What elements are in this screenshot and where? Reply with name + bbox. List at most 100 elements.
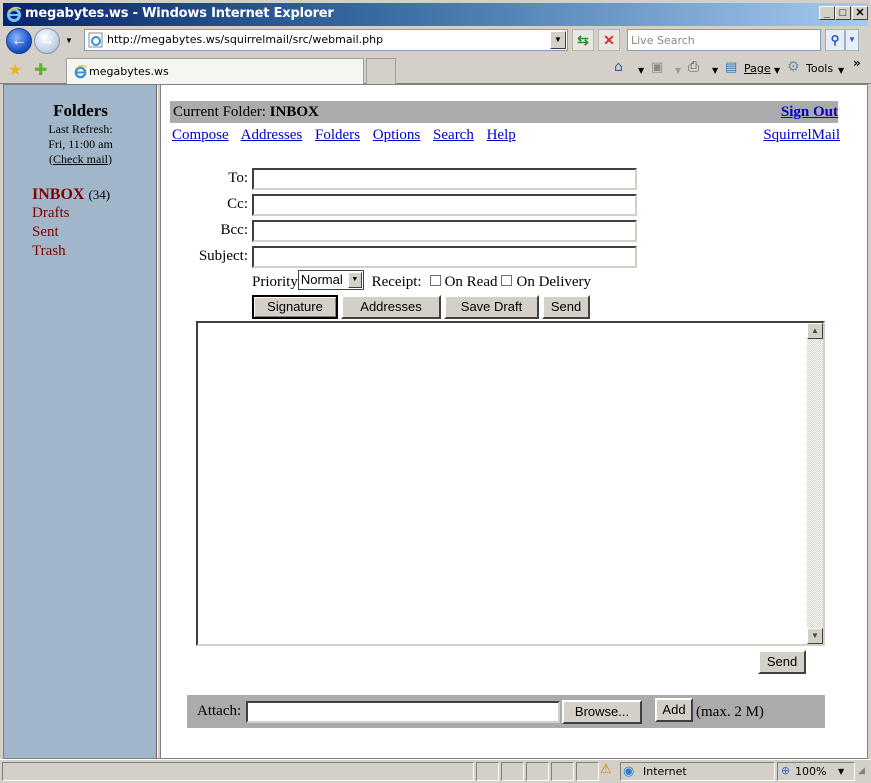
folder-inbox-label: INBOX — [32, 186, 85, 203]
address-dropdown-button[interactable]: ▼ — [550, 31, 566, 49]
page-menu-icon[interactable]: ▤ — [725, 60, 737, 75]
resize-grip-icon[interactable]: ◢ — [858, 766, 865, 776]
status-bar: ⚠ ◉ Internet ⊕ 100% ▼ ◢ — [0, 759, 871, 783]
add-attachment-button[interactable]: Add — [655, 698, 693, 722]
page-menu[interactable]: Page — [744, 62, 771, 75]
status-pane — [476, 762, 499, 781]
tools-gear-icon[interactable]: ⚙ — [787, 59, 800, 75]
message-body[interactable]: ▲ ▼ — [196, 321, 825, 646]
frame-splitter[interactable] — [157, 85, 161, 758]
zone-pane[interactable]: ◉ Internet — [620, 762, 775, 781]
browse-button[interactable]: Browse... — [562, 700, 642, 724]
main-nav: Compose Addresses Folders Options Search… — [172, 127, 525, 144]
feeds-dropdown-icon[interactable]: ▼ — [675, 66, 681, 75]
print-icon[interactable]: ⎙ — [688, 59, 699, 75]
nav-help[interactable]: Help — [487, 127, 516, 143]
status-pane — [526, 762, 549, 781]
stop-button[interactable]: ✕ — [598, 29, 620, 51]
forward-button[interactable]: → — [34, 28, 60, 54]
cc-field[interactable] — [252, 194, 637, 216]
recent-pages-dropdown-icon[interactable]: ▼ — [65, 36, 73, 45]
tools-dropdown-icon[interactable]: ▼ — [838, 66, 844, 75]
priority-dropdown-icon[interactable]: ▼ — [347, 271, 362, 288]
favorites-star-icon[interactable]: ★ — [8, 60, 22, 80]
options-row: Priority Normal ▼ Receipt: On Read On Delive… — [252, 269, 592, 291]
inbox-count: (34) — [88, 187, 111, 202]
check-mail-link[interactable]: Check mail — [53, 152, 108, 166]
cc-label: Cc: — [227, 196, 248, 212]
save-draft-button[interactable]: Save Draft — [444, 295, 539, 319]
signature-button[interactable]: Signature — [252, 295, 338, 319]
subject-field[interactable] — [252, 246, 637, 268]
nav-folders[interactable]: Folders — [315, 127, 360, 143]
security-zone: Internet — [643, 765, 687, 778]
current-folder-bar: Current Folder: INBOX Sign Out — [170, 101, 838, 123]
sign-out-link[interactable]: Sign Out — [781, 104, 838, 121]
back-button[interactable]: ← — [6, 28, 32, 54]
priority-select[interactable]: Normal ▼ — [297, 269, 364, 290]
send-button-bottom[interactable]: Send — [758, 650, 806, 674]
scroll-down-icon[interactable]: ▼ — [807, 628, 823, 644]
page-dropdown-icon[interactable]: ▼ — [774, 66, 780, 75]
last-refresh-label: Last Refresh: — [48, 122, 113, 136]
bcc-field[interactable] — [252, 220, 637, 242]
new-tab-button[interactable] — [366, 58, 396, 84]
search-input[interactable]: Live Search — [627, 29, 821, 51]
folders-title: Folders — [53, 101, 108, 120]
last-refresh-time: Fri, 11:00 am — [48, 137, 113, 151]
add-favorites-icon[interactable]: ✚ — [34, 60, 47, 80]
check-mail: (Check mail) — [4, 152, 157, 167]
on-delivery-label: On Delivery — [516, 274, 592, 290]
zoom-dropdown-icon[interactable]: ▼ — [838, 767, 844, 776]
nav-compose[interactable]: Compose — [172, 127, 229, 143]
address-url[interactable]: http://megabytes.ws/squirrelmail/src/web… — [107, 33, 383, 46]
nav-options[interactable]: Options — [373, 127, 421, 143]
minimize-button[interactable]: _ — [819, 6, 835, 20]
attach-label: Attach: — [197, 703, 242, 719]
folder-drafts[interactable]: Drafts — [32, 205, 70, 222]
browser-tab[interactable]: megabytes.ws — [66, 58, 364, 84]
nav-search[interactable]: Search — [433, 127, 474, 143]
status-pane — [501, 762, 524, 781]
current-folder-label: Current Folder: — [173, 104, 270, 120]
more-commands-chevron-icon[interactable]: » — [853, 56, 861, 70]
search-placeholder: Live Search — [631, 34, 695, 47]
page-ie-icon — [88, 32, 103, 48]
status-text-pane — [2, 762, 474, 781]
addresses-button[interactable]: Addresses — [341, 295, 441, 319]
home-dropdown-icon[interactable]: ▼ — [638, 66, 644, 75]
home-icon[interactable]: ⌂ — [614, 59, 623, 75]
feeds-icon[interactable]: ▣ — [651, 60, 663, 75]
search-button[interactable]: ⚲ — [825, 29, 845, 51]
print-dropdown-icon[interactable]: ▼ — [712, 66, 718, 75]
scroll-up-icon[interactable]: ▲ — [807, 323, 823, 339]
tools-menu[interactable]: Tools — [806, 62, 833, 75]
paren-close: ) — [107, 152, 112, 166]
nav-addresses[interactable]: Addresses — [241, 127, 303, 143]
zoom-pane[interactable]: ⊕ 100% ▼ — [777, 762, 855, 781]
status-pane — [576, 762, 599, 781]
close-button[interactable]: ✕ — [852, 6, 868, 20]
attach-file-input[interactable] — [246, 701, 560, 723]
send-button-top[interactable]: Send — [542, 295, 590, 319]
folder-trash[interactable]: Trash — [32, 243, 66, 260]
back-arrow-icon: ← — [11, 32, 27, 49]
compose-frame: Current Folder: INBOX Sign Out Compose A… — [162, 85, 867, 758]
refresh-button[interactable]: ⇆ — [572, 29, 594, 51]
folder-sent[interactable]: Sent — [32, 224, 59, 241]
on-delivery-checkbox[interactable] — [501, 275, 513, 287]
folders-frame: Folders Last Refresh: Fri, 11:00 am (Che… — [4, 85, 157, 758]
squirrelmail-link[interactable]: SquirrelMail — [763, 127, 840, 144]
priority-value: Normal — [300, 271, 343, 287]
status-pane — [551, 762, 574, 781]
popup-blocked-icon[interactable]: ⚠ — [600, 762, 612, 777]
subject-label: Subject: — [198, 248, 248, 264]
maximize-button[interactable]: □ — [835, 6, 851, 20]
to-field[interactable] — [252, 168, 637, 190]
body-scrollbar[interactable]: ▲ ▼ — [807, 323, 823, 644]
folder-inbox[interactable]: INBOX (34) — [32, 186, 110, 204]
on-read-checkbox[interactable] — [429, 275, 441, 287]
on-read-label: On Read — [444, 274, 498, 290]
search-options-dropdown[interactable]: ▼ — [845, 29, 859, 51]
address-bar[interactable]: http://megabytes.ws/squirrelmail/src/web… — [84, 29, 568, 51]
